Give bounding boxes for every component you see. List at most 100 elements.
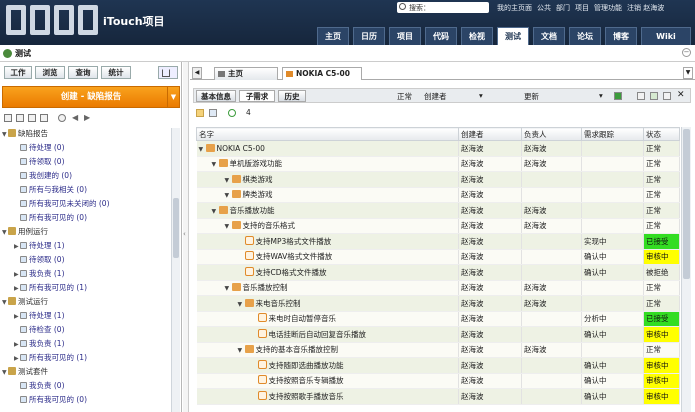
close-icon[interactable]: −: [682, 48, 691, 57]
create-bug-report-button[interactable]: 创建 - 缺陷报告 ▼: [2, 86, 180, 108]
cell-name[interactable]: 支持MP3格式文件播放: [196, 233, 459, 250]
cell-name[interactable]: ▼ 音乐播放控制: [196, 280, 459, 296]
print-icon[interactable]: [637, 92, 645, 100]
tree-group-bug-reports[interactable]: ▼ 缺陷报告: [2, 128, 48, 140]
go-icon[interactable]: [614, 92, 622, 100]
status-dropdown-icon[interactable]: ▾: [479, 91, 483, 100]
col-status[interactable]: 状态: [643, 127, 680, 141]
expand-icon[interactable]: ▼: [225, 223, 232, 230]
folder-icon[interactable]: [28, 114, 36, 122]
expand-icon[interactable]: ▼: [225, 177, 232, 184]
tree-item[interactable]: ▶ 待处理 (1): [14, 310, 65, 322]
cell-name[interactable]: 支持WAV格式文件播放: [196, 249, 459, 265]
tab-wiki[interactable]: Wiki: [641, 27, 691, 45]
cell-name[interactable]: 支持CD格式文件播放: [196, 264, 459, 281]
updated-dropdown-icon[interactable]: ▾: [599, 91, 603, 100]
table-row[interactable]: 支持按照歌手播放音乐 赵海波 确认中 审核中: [196, 388, 680, 405]
refresh-icon[interactable]: [228, 109, 236, 117]
cell-name[interactable]: ▼ NOKIA C5-00: [196, 140, 459, 157]
tab-basic-info[interactable]: 基本信息: [196, 90, 236, 102]
scroll-thumb[interactable]: [173, 198, 179, 258]
col-owner[interactable]: 负责人: [521, 127, 582, 141]
link-project[interactable]: 项目: [575, 4, 589, 12]
cell-name[interactable]: ▼ 棋类游戏: [196, 171, 459, 188]
expand-icon[interactable]: ▼: [199, 146, 206, 153]
expand-icon[interactable]: ▼: [238, 347, 245, 354]
cell-name[interactable]: ▼ 单机版游戏功能: [196, 156, 459, 172]
tab-sub-requirements[interactable]: 子需求: [239, 90, 275, 102]
tree-item[interactable]: ▶ 我负责 (1): [14, 268, 65, 280]
tree-item[interactable]: 我创建的 (0): [20, 170, 72, 182]
table-row[interactable]: 支持MP3格式文件播放 赵海波 实现中 已接受: [196, 233, 680, 250]
tree-item[interactable]: 待领取 (0): [20, 156, 65, 168]
expand-icon[interactable]: ▼: [212, 161, 219, 168]
col-creator[interactable]: 创建者: [458, 127, 522, 141]
grid-scrollbar[interactable]: [681, 127, 691, 412]
chevron-down-icon[interactable]: ▼: [167, 87, 179, 107]
tree-item[interactable]: ▶ 所有我可见的 (1): [14, 282, 87, 294]
table-row[interactable]: ▼ 支持的基本音乐播放控制 赵海波 赵海波 正常: [196, 342, 680, 358]
tree-item[interactable]: 我负责 (0): [20, 380, 65, 392]
cell-name[interactable]: 来电时自动暂停音乐: [196, 311, 459, 327]
tree-item[interactable]: 待领取 (0): [20, 254, 65, 266]
settings-icon[interactable]: [663, 92, 671, 100]
left-scrollbar[interactable]: [171, 128, 180, 412]
tree-group-test-runs[interactable]: ▼ 测试运行: [2, 296, 48, 308]
table-row[interactable]: ▼ 音乐播放功能 赵海波 赵海波 正常: [196, 202, 680, 219]
table-row[interactable]: ▼ 音乐播放控制 赵海波 赵海波 正常: [196, 280, 680, 296]
link-admin[interactable]: 管理功能: [594, 4, 622, 12]
left-tab-query[interactable]: 查询: [68, 66, 98, 79]
tab-home[interactable]: 主页: [317, 27, 349, 45]
cell-name[interactable]: 支持按照音乐专辑播放: [196, 373, 459, 389]
table-row[interactable]: ▼ NOKIA C5-00 赵海波 赵海波 正常: [196, 140, 680, 157]
expand-icon[interactable]: ▼: [212, 208, 219, 215]
table-row[interactable]: ▼ 牌类游戏 赵海波 正常: [196, 187, 680, 203]
collapse-icon[interactable]: ‹: [183, 230, 186, 238]
tree-group-test-suites[interactable]: ▼ 测试套件: [2, 366, 48, 378]
folder-icon[interactable]: [196, 109, 204, 117]
table-row[interactable]: ▼ 支持的音乐格式 赵海波 赵海波 正常: [196, 218, 680, 234]
doc-tab-nokia[interactable]: NOKIA C5-00: [282, 67, 362, 80]
home-button[interactable]: [158, 66, 178, 79]
refresh-icon[interactable]: [58, 114, 66, 122]
cell-name[interactable]: 电话挂断后自动回复音乐播放: [196, 326, 459, 343]
left-tab-browse[interactable]: 浏览: [35, 66, 65, 79]
tab-project[interactable]: 项目: [389, 27, 421, 45]
scroll-thumb[interactable]: [683, 129, 690, 279]
link-my-home[interactable]: 我的主页面: [497, 4, 532, 12]
cell-name[interactable]: ▼ 牌类游戏: [196, 187, 459, 203]
link-public[interactable]: 公共: [537, 4, 551, 12]
next-icon[interactable]: ▶: [84, 114, 92, 122]
tree-group-case-runs[interactable]: ▼ 用例运行: [2, 226, 48, 238]
requirement-icon[interactable]: [209, 109, 217, 117]
tab-menu-icon[interactable]: ▼: [683, 67, 693, 79]
table-row[interactable]: 来电时自动暂停音乐 赵海波 分析中 已接受: [196, 311, 680, 327]
col-name[interactable]: 名字: [196, 127, 459, 141]
left-tab-work[interactable]: 工作: [4, 66, 32, 79]
cell-name[interactable]: ▼ 来电音乐控制: [196, 295, 459, 312]
tree-item[interactable]: 所有我可见未关闭的 (0): [20, 198, 110, 210]
close-icon[interactable]: ✕: [677, 91, 685, 100]
tab-docs[interactable]: 文档: [533, 27, 565, 45]
table-row[interactable]: 支持WAV格式文件播放 赵海波 确认中 审核中: [196, 249, 680, 265]
link-department[interactable]: 部门: [556, 4, 570, 12]
cell-name[interactable]: 支持随即选曲播放功能: [196, 357, 459, 374]
table-row[interactable]: 支持随即选曲播放功能 赵海波 确认中 审核中: [196, 357, 680, 374]
table-row[interactable]: ▼ 来电音乐控制 赵海波 赵海波 正常: [196, 295, 680, 312]
tree-item[interactable]: 所有我可见的 (0): [20, 394, 87, 406]
export-icon[interactable]: [650, 92, 658, 100]
tab-review[interactable]: 检视: [461, 27, 493, 45]
expand-icon[interactable]: ▼: [238, 301, 245, 308]
tab-code[interactable]: 代码: [425, 27, 457, 45]
link-logout[interactable]: 注销 赵海波: [627, 4, 664, 12]
tree-item[interactable]: 所有我可见的 (0): [20, 212, 87, 224]
table-row[interactable]: 支持CD格式文件播放 赵海波 确认中 被拒绝: [196, 264, 680, 281]
expand-icon[interactable]: ▼: [225, 285, 232, 292]
doc-tab-home[interactable]: 主页: [214, 67, 278, 80]
panel-splitter[interactable]: ‹: [183, 62, 189, 412]
search-input[interactable]: 搜索：: [397, 2, 489, 13]
cell-name[interactable]: ▼ 支持的音乐格式: [196, 218, 459, 234]
col-track[interactable]: 需求跟踪: [581, 127, 644, 141]
tree-item[interactable]: 所有与我相关 (0): [20, 184, 87, 196]
tree-item[interactable]: ▶ 待处理 (1): [14, 240, 65, 252]
